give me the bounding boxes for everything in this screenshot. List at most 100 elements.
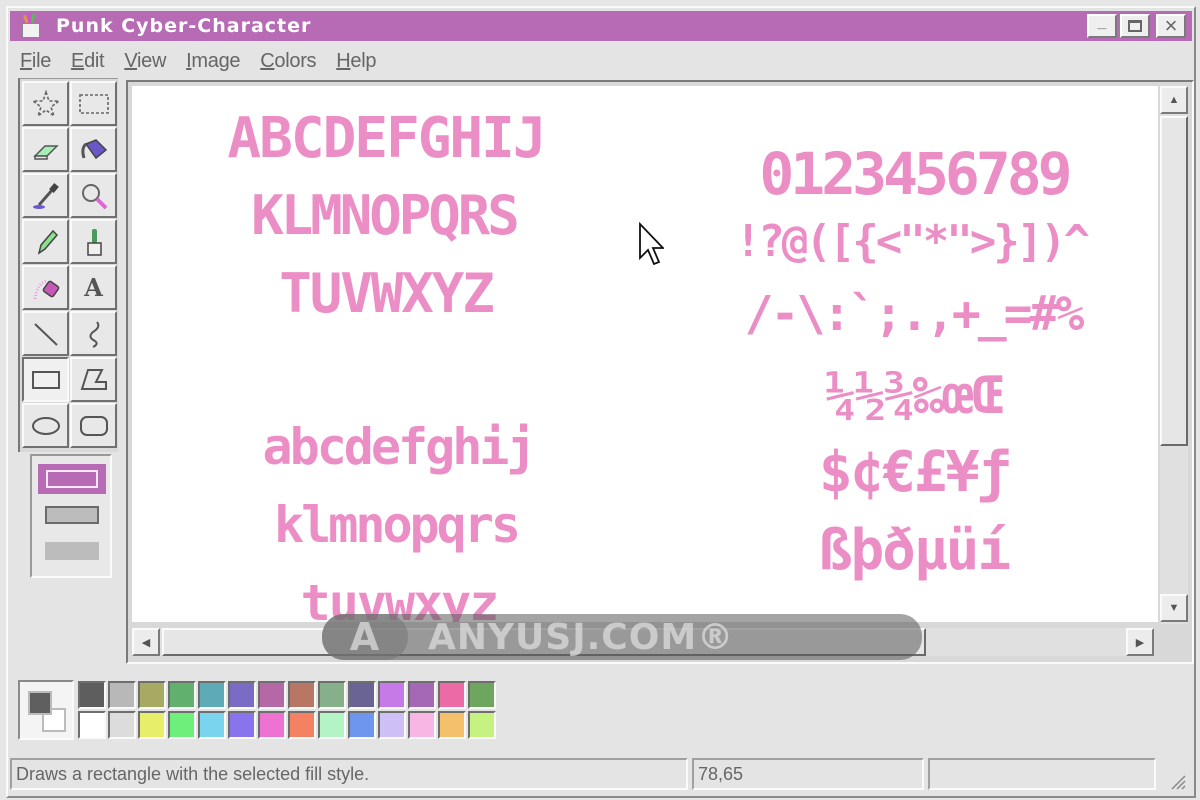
polygon-icon — [80, 368, 107, 390]
palette-swatch-top-12[interactable] — [438, 681, 466, 709]
fill-style-outline-fill[interactable] — [38, 500, 106, 530]
glyphs-punctuation-2: /-\:`;.,+_=#% — [744, 286, 1085, 342]
rounded-rect-icon — [79, 415, 108, 436]
tool-ellipse[interactable] — [22, 403, 69, 448]
palette-swatch-bottom-1[interactable] — [108, 711, 136, 739]
palette-swatch-top-4[interactable] — [198, 681, 226, 709]
palette-swatch-bottom-7[interactable] — [288, 711, 316, 739]
tool-polygon[interactable] — [70, 357, 117, 402]
resize-grip-icon[interactable] — [1168, 772, 1186, 790]
tool-rectangle[interactable] — [22, 357, 69, 402]
mouse-cursor-icon — [639, 222, 664, 266]
palette-swatch-top-9[interactable] — [348, 681, 376, 709]
watermark-banner: A ANYUSJ.COM® — [322, 614, 922, 660]
palette-swatch-bottom-13[interactable] — [468, 711, 496, 739]
palette-swatch-top-3[interactable] — [168, 681, 196, 709]
palette-swatch-top-6[interactable] — [258, 681, 286, 709]
tool-fill[interactable] — [70, 127, 117, 172]
menu-help[interactable]: Help — [326, 50, 386, 73]
palette-swatch-bottom-4[interactable] — [198, 711, 226, 739]
tool-airbrush[interactable] — [22, 265, 69, 310]
tool-eraser[interactable] — [22, 127, 69, 172]
palette-swatch-top-2[interactable] — [138, 681, 166, 709]
tool-brush[interactable] — [70, 219, 117, 264]
scroll-up-button[interactable]: ▲ — [1160, 86, 1188, 114]
palette-swatch-bottom-0[interactable] — [78, 711, 106, 739]
scroll-right-button[interactable]: ▶ — [1126, 628, 1154, 656]
vertical-scrollbar[interactable]: ▲ ▼ — [1160, 86, 1188, 624]
tool-free-form-select[interactable] — [22, 81, 69, 126]
line-icon — [33, 322, 58, 346]
palette-swatch-bottom-2[interactable] — [138, 711, 166, 739]
pencil-icon — [37, 229, 58, 255]
palette-swatch-top-1[interactable] — [108, 681, 136, 709]
rect-select-icon — [78, 93, 109, 114]
outline-fill-rect-icon — [45, 506, 99, 524]
palette-swatch-top-5[interactable] — [228, 681, 256, 709]
palette-swatch-bottom-8[interactable] — [318, 711, 346, 739]
palette-swatch-top-8[interactable] — [318, 681, 346, 709]
palette-swatch-bottom-12[interactable] — [438, 711, 466, 739]
menu-image[interactable]: Image — [176, 50, 250, 73]
magnifier-icon — [81, 183, 107, 209]
watermark-text: ANYUSJ.COM® — [428, 616, 735, 658]
fill-style-fill-only[interactable] — [38, 536, 106, 566]
palette-swatch-top-10[interactable] — [378, 681, 406, 709]
text-icon: A — [84, 273, 103, 302]
palette-swatch-top-7[interactable] — [288, 681, 316, 709]
canvas-frame: ABCDEFGHIJ KLMNOPQRS TUVWXYZ abcdefghij … — [126, 80, 1194, 664]
glyphs-fractions: ¼½¾‰œŒ — [825, 366, 1003, 426]
tool-select[interactable] — [70, 81, 117, 126]
outline-rect-icon — [46, 470, 98, 488]
foreground-color-swatch[interactable] — [28, 691, 52, 715]
palette-swatch-bottom-9[interactable] — [348, 711, 376, 739]
tool-pencil[interactable] — [22, 219, 69, 264]
glyphs-currency: $¢€£¥ƒ — [818, 440, 1011, 505]
glyphs-lowercase-row-1: abcdefghij — [262, 418, 536, 476]
maximize-icon — [1128, 20, 1142, 32]
paint-bucket-icon — [80, 138, 107, 159]
menu-colors-rest: olors — [274, 49, 317, 72]
close-button[interactable]: × — [1156, 13, 1186, 38]
maximize-button[interactable] — [1120, 14, 1150, 38]
scroll-left-button[interactable]: ◀ — [132, 628, 160, 656]
color-palette — [18, 680, 518, 742]
current-colors[interactable] — [18, 680, 74, 740]
fill-style-outline[interactable] — [38, 464, 106, 494]
glyphs-punctuation-1: !?@([{<"*">}])^ — [734, 216, 1090, 267]
palette-swatch-bottom-3[interactable] — [168, 711, 196, 739]
palette-swatch-top-0[interactable] — [78, 681, 106, 709]
tool-curve[interactable] — [70, 311, 117, 356]
menu-image-rest: mage — [191, 49, 241, 72]
palette-swatch-bottom-11[interactable] — [408, 711, 436, 739]
tool-magnifier[interactable] — [70, 173, 117, 218]
menu-file-rest: ile — [31, 49, 52, 72]
scroll-down-button[interactable]: ▼ — [1160, 594, 1188, 622]
menu-view[interactable]: View — [114, 50, 176, 73]
window-title: Punk Cyber-Character — [56, 15, 312, 37]
rectangle-icon — [31, 370, 60, 389]
drawing-canvas[interactable]: ABCDEFGHIJ KLMNOPQRS TUVWXYZ abcdefghij … — [132, 86, 1158, 622]
tool-rounded-rectangle[interactable] — [70, 403, 117, 448]
menu-file[interactable]: File — [10, 50, 61, 73]
menu-edit[interactable]: Edit — [61, 50, 114, 73]
arrow-right-icon: ▶ — [1135, 636, 1145, 649]
glyphs-uppercase-row-2: KLMNOPQRS — [251, 184, 520, 247]
minimize-button[interactable]: _ — [1087, 14, 1117, 38]
palette-swatch-bottom-10[interactable] — [378, 711, 406, 739]
palette-swatch-top-11[interactable] — [408, 681, 436, 709]
tool-text[interactable]: A — [70, 265, 117, 310]
palette-swatch-top-13[interactable] — [468, 681, 496, 709]
curve-icon — [88, 320, 99, 348]
tool-pick-color[interactable] — [22, 173, 69, 218]
title-bar[interactable]: Punk Cyber-Character _ × — [10, 11, 1192, 41]
palette-swatch-bottom-6[interactable] — [258, 711, 286, 739]
glyphs-digits: 0123456789 — [759, 140, 1072, 208]
vertical-scroll-thumb[interactable] — [1160, 116, 1188, 446]
palette-swatch-bottom-5[interactable] — [228, 711, 256, 739]
fill-only-rect-icon — [45, 542, 99, 560]
tool-line[interactable] — [22, 311, 69, 356]
eraser-icon — [32, 144, 59, 160]
arrow-up-icon: ▲ — [1168, 94, 1180, 106]
menu-colors[interactable]: Colors — [250, 50, 326, 73]
